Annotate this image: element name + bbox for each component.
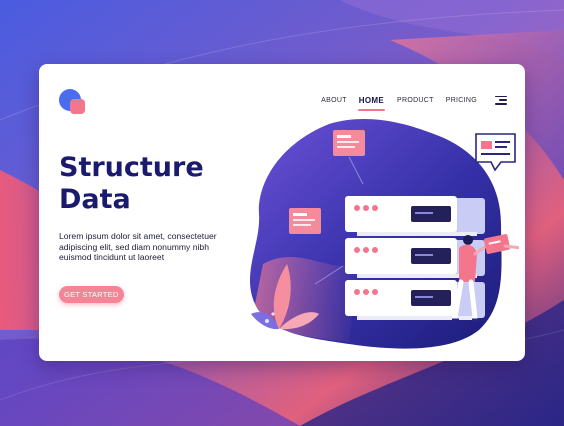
page-title: Structure Data — [59, 152, 204, 216]
top-nav: ABOUT HOME PRODUCT PRICING — [321, 92, 507, 111]
logo-icon[interactable] — [59, 89, 89, 119]
server-data-illustration — [249, 119, 519, 349]
get-started-button[interactable]: GET STARTED — [59, 286, 124, 303]
chat-bubble-icon — [475, 133, 516, 172]
title-line-2: Data — [59, 184, 131, 215]
hamburger-menu-icon[interactable] — [495, 95, 507, 105]
nav-item-about[interactable]: ABOUT — [321, 97, 347, 104]
logo-square — [70, 99, 85, 114]
landing-card: ABOUT HOME PRODUCT PRICING Structure Dat… — [39, 64, 525, 361]
hero-description: Lorem ipsum dolor sit amet, consectetuer… — [59, 231, 217, 263]
title-line-1: Structure — [59, 152, 204, 183]
nav-item-home[interactable]: HOME — [357, 96, 386, 111]
nav-item-pricing[interactable]: PRICING — [446, 97, 477, 104]
nav-item-product[interactable]: PRODUCT — [397, 97, 434, 104]
